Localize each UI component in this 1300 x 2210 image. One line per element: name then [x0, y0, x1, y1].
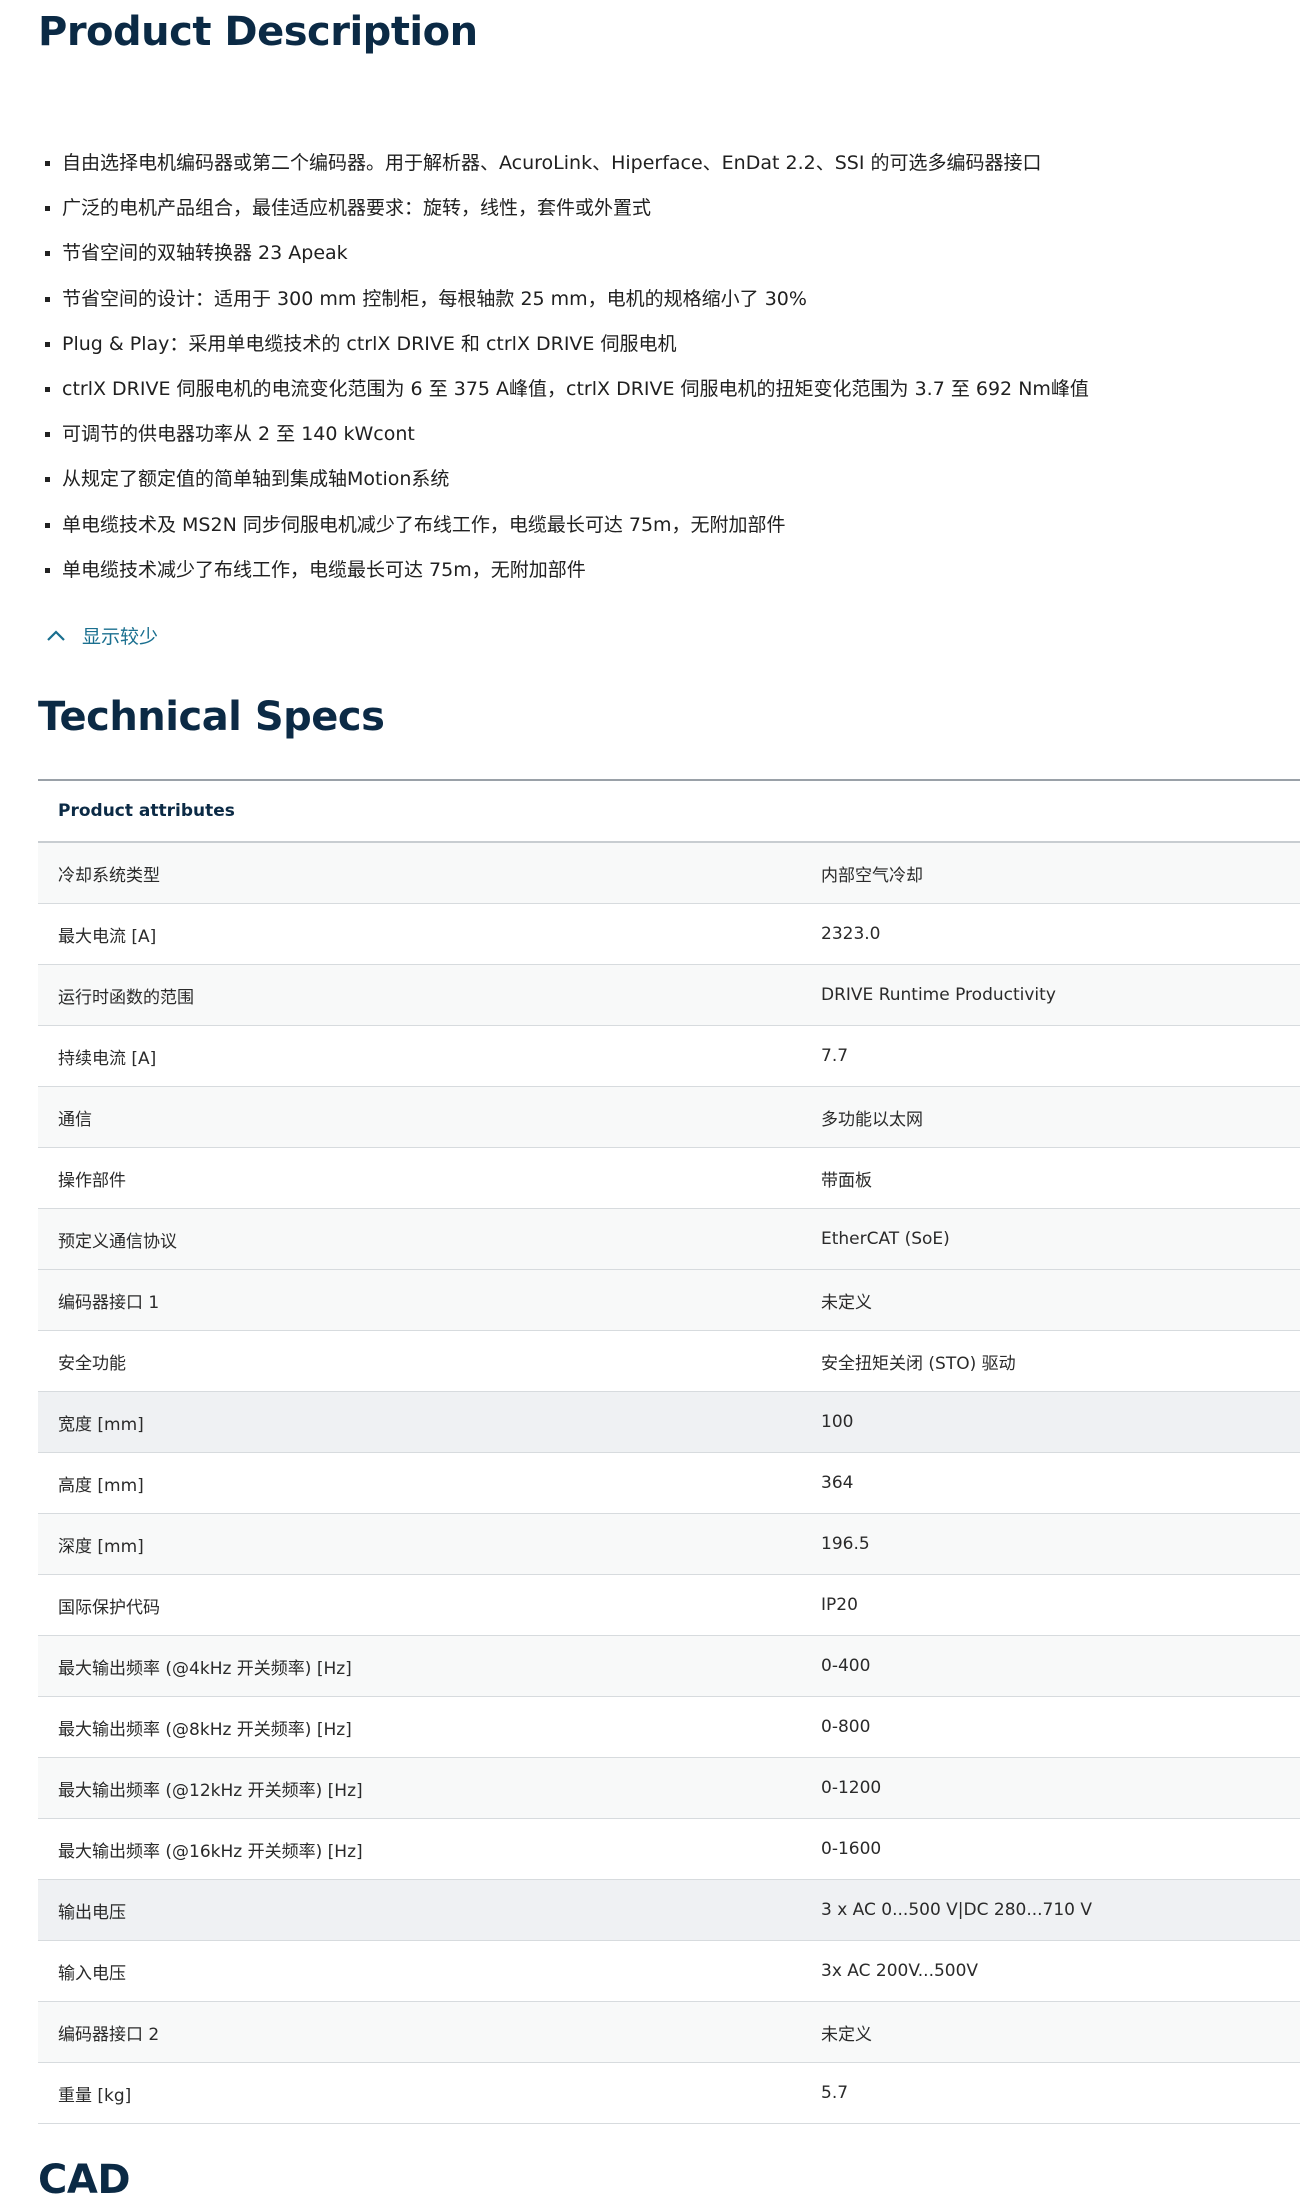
table-row: 输入电压 3x AC 200V...500V [38, 1940, 1300, 2002]
table-row: 最大电流 [A] 2323.0 [38, 903, 1300, 965]
table-row: 国际保护代码 IP20 [38, 1574, 1300, 1636]
attribute-value: 7.7 [801, 1025, 1300, 1087]
product-description-title: Product Description [38, 9, 478, 55]
attribute-name: 输入电压 [38, 1940, 801, 2002]
attribute-name: 持续电流 [A] [38, 1025, 801, 1087]
show-less-label: 显示较少 [82, 625, 159, 648]
attribute-value: EtherCAT (SoE) [801, 1208, 1300, 1270]
product-attributes-header: Product attributes [38, 779, 1300, 843]
attribute-value: 内部空气冷却 [801, 842, 1300, 904]
table-row: 冷却系统类型 内部空气冷却 [38, 842, 1300, 904]
attribute-name: 最大输出频率 (@16kHz 开关频率) [Hz] [38, 1818, 801, 1880]
attribute-value: 多功能以太网 [801, 1086, 1300, 1148]
attribute-name: 重量 [kg] [38, 2062, 801, 2124]
attribute-value: DRIVE Runtime Productivity [801, 964, 1300, 1026]
attribute-name: 运行时函数的范围 [38, 964, 801, 1026]
table-row: 通信 多功能以太网 [38, 1086, 1300, 1148]
table-row: 编码器接口 2 未定义 [38, 2001, 1300, 2063]
attribute-name: 最大电流 [A] [38, 903, 801, 965]
attribute-name: 最大输出频率 (@4kHz 开关频率) [Hz] [38, 1635, 801, 1697]
attribute-name: 国际保护代码 [38, 1574, 801, 1636]
attribute-value: 5.7 [801, 2062, 1300, 2124]
table-row: 宽度 [mm] 100 [38, 1391, 1300, 1453]
attribute-value: IP20 [801, 1574, 1300, 1636]
specs-table-header-row: Product attributes [38, 779, 1300, 843]
description-bullet: 可调节的供电器功率从 2 至 140 kWcont [38, 412, 1089, 457]
attribute-name: 宽度 [mm] [38, 1391, 801, 1453]
cad-title: CAD [38, 2157, 131, 2203]
attribute-name: 最大输出频率 (@8kHz 开关频率) [Hz] [38, 1696, 801, 1758]
attribute-name: 冷却系统类型 [38, 842, 801, 904]
description-bullet: 节省空间的双轴转换器 23 Apeak [38, 231, 1089, 276]
table-row: 最大输出频率 (@12kHz 开关频率) [Hz] 0-1200 [38, 1757, 1300, 1819]
attribute-name: 预定义通信协议 [38, 1208, 801, 1270]
description-bullet: 单电缆技术减少了布线工作，电缆最长可达 75m，无附加部件 [38, 548, 1089, 593]
table-row: 高度 [mm] 364 [38, 1452, 1300, 1514]
description-bullet: ctrlX DRIVE 伺服电机的电流变化范围为 6 至 375 A峰值，ctr… [38, 367, 1089, 412]
attribute-value: 196.5 [801, 1513, 1300, 1575]
table-row: 运行时函数的范围 DRIVE Runtime Productivity [38, 964, 1300, 1026]
table-row: 编码器接口 1 未定义 [38, 1269, 1300, 1331]
attribute-value: 2323.0 [801, 903, 1300, 965]
attribute-value: 0-400 [801, 1635, 1300, 1697]
table-row: 重量 [kg] 5.7 [38, 2062, 1300, 2124]
table-row: 最大输出频率 (@8kHz 开关频率) [Hz] 0-800 [38, 1696, 1300, 1758]
attribute-value: 安全扭矩关闭 (STO) 驱动 [801, 1330, 1300, 1392]
table-row: 持续电流 [A] 7.7 [38, 1025, 1300, 1087]
table-row: 操作部件 带面板 [38, 1147, 1300, 1209]
attribute-value: 364 [801, 1452, 1300, 1514]
description-bullet-list: 自由选择电机编码器或第二个编码器。用于解析器、AcuroLink、Hiperfa… [38, 141, 1089, 593]
attribute-value: 3 x AC 0...500 V|DC 280...710 V [801, 1879, 1300, 1941]
technical-specs-title: Technical Specs [38, 694, 385, 740]
attribute-name: 通信 [38, 1086, 801, 1148]
description-bullet: Plug & Play：采用单电缆技术的 ctrlX DRIVE 和 ctrlX… [38, 322, 1089, 367]
table-row: 最大输出频率 (@16kHz 开关频率) [Hz] 0-1600 [38, 1818, 1300, 1880]
attribute-value: 100 [801, 1391, 1300, 1453]
table-row: 最大输出频率 (@4kHz 开关频率) [Hz] 0-400 [38, 1635, 1300, 1697]
table-row: 深度 [mm] 196.5 [38, 1513, 1300, 1575]
attribute-name: 编码器接口 1 [38, 1269, 801, 1331]
attribute-name: 深度 [mm] [38, 1513, 801, 1575]
attribute-value: 未定义 [801, 2001, 1300, 2063]
description-bullet: 节省空间的设计：适用于 300 mm 控制柜，每根轴款 25 mm，电机的规格缩… [38, 277, 1089, 322]
attribute-name: 安全功能 [38, 1330, 801, 1392]
description-bullet: 自由选择电机编码器或第二个编码器。用于解析器、AcuroLink、Hiperfa… [38, 141, 1089, 186]
specs-table: Product attributes 冷却系统类型 内部空气冷却 最大电流 [A… [38, 779, 1300, 2124]
description-bullet: 从规定了额定值的简单轴到集成轴Motion系统 [38, 457, 1089, 502]
description-bullet: 广泛的电机产品组合，最佳适应机器要求：旋转，线性，套件或外置式 [38, 186, 1089, 231]
chevron-up-icon [47, 630, 65, 641]
attribute-value: 3x AC 200V...500V [801, 1940, 1300, 2002]
attribute-name: 最大输出频率 (@12kHz 开关频率) [Hz] [38, 1757, 801, 1819]
description-bullet: 单电缆技术及 MS2N 同步伺服电机减少了布线工作，电缆最长可达 75m，无附加… [38, 503, 1089, 548]
attribute-name: 操作部件 [38, 1147, 801, 1209]
attribute-value: 0-1600 [801, 1818, 1300, 1880]
attribute-value: 0-1200 [801, 1757, 1300, 1819]
table-row: 输出电压 3 x AC 0...500 V|DC 280...710 V [38, 1879, 1300, 1941]
attribute-name: 编码器接口 2 [38, 2001, 801, 2063]
attribute-name: 高度 [mm] [38, 1452, 801, 1514]
attribute-name: 输出电压 [38, 1879, 801, 1941]
table-row: 安全功能 安全扭矩关闭 (STO) 驱动 [38, 1330, 1300, 1392]
table-row: 预定义通信协议 EtherCAT (SoE) [38, 1208, 1300, 1270]
attribute-value: 带面板 [801, 1147, 1300, 1209]
attribute-value: 未定义 [801, 1269, 1300, 1331]
attribute-value: 0-800 [801, 1696, 1300, 1758]
show-less-button[interactable]: 显示较少 [46, 617, 158, 653]
